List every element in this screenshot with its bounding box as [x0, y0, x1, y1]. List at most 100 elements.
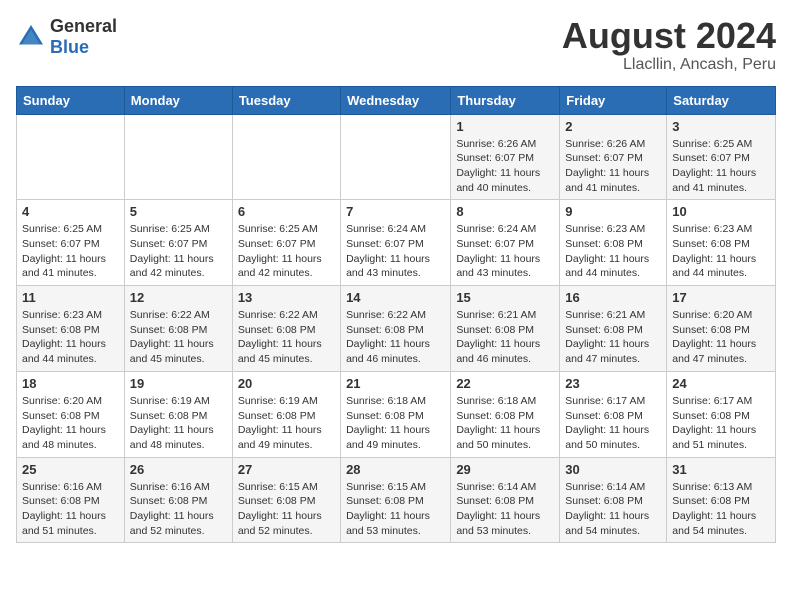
day-info: Sunrise: 6:20 AM Sunset: 6:08 PM Dayligh… [22, 394, 119, 453]
calendar-cell: 5 Sunrise: 6:25 AM Sunset: 6:07 PM Daylig… [124, 200, 232, 286]
calendar-week-row: 18 Sunrise: 6:20 AM Sunset: 6:08 PM Dayli… [17, 371, 776, 457]
day-info: Sunrise: 6:22 AM Sunset: 6:08 PM Dayligh… [346, 308, 445, 367]
logo-blue: Blue [50, 37, 89, 57]
calendar-cell: 8Sunrise: 6:24 AM Sunset: 6:07 PM Daylig… [451, 200, 560, 286]
day-number: 18 [22, 376, 119, 391]
day-number: 26 [130, 462, 227, 477]
day-number: 6 [238, 204, 335, 219]
weekday-header-friday: Friday [560, 86, 667, 114]
day-number: 7 [346, 204, 445, 219]
day-info: Sunrise: 6:23 AM Sunset: 6:08 PM Dayligh… [672, 222, 770, 281]
calendar-cell: 16 Sunrise: 6:21 AM Sunset: 6:08 PM Dayli… [560, 286, 667, 372]
day-info: Sunrise: 6:26 AM Sunset: 6:07 PM Dayligh… [565, 137, 661, 196]
day-number: 9 [565, 204, 661, 219]
day-info: Sunrise: 6:21 AM Sunset: 6:08 PM Dayligh… [565, 308, 661, 367]
calendar-cell: 28 Sunrise: 6:15 AM Sunset: 6:08 PM Dayli… [341, 457, 451, 543]
day-info: Sunrise: 6:18 AM Sunset: 6:08 PM Dayligh… [456, 394, 554, 453]
day-number: 30 [565, 462, 661, 477]
day-info: Sunrise: 6:25 AM Sunset: 6:07 PM Dayligh… [238, 222, 335, 281]
calendar-subtitle: Llacllin, Ancash, Peru [562, 56, 776, 74]
calendar-cell: 15 Sunrise: 6:21 AM Sunset: 6:08 PM Dayli… [451, 286, 560, 372]
day-info: Sunrise: 6:24 AM Sunset: 6:07 PM Dayligh… [346, 222, 445, 281]
day-number: 11 [22, 290, 119, 305]
calendar-week-row: 4Sunrise: 6:25 AM Sunset: 6:07 PM Daylig… [17, 200, 776, 286]
calendar-week-row: 11 Sunrise: 6:23 AM Sunset: 6:08 PM Dayli… [17, 286, 776, 372]
day-info: Sunrise: 6:25 AM Sunset: 6:07 PM Dayligh… [130, 222, 227, 281]
day-number: 5 [130, 204, 227, 219]
calendar-cell [17, 114, 125, 200]
calendar-cell: 4Sunrise: 6:25 AM Sunset: 6:07 PM Daylig… [17, 200, 125, 286]
logo[interactable]: General Blue [16, 16, 117, 58]
title-block: August 2024 Llacllin, Ancash, Peru [562, 16, 776, 74]
day-info: Sunrise: 6:14 AM Sunset: 6:08 PM Dayligh… [565, 480, 661, 539]
day-number: 3 [672, 119, 770, 134]
day-info: Sunrise: 6:19 AM Sunset: 6:08 PM Dayligh… [130, 394, 227, 453]
weekday-header-row: SundayMondayTuesdayWednesdayThursdayFrid… [17, 86, 776, 114]
calendar-cell: 27 Sunrise: 6:15 AM Sunset: 6:08 PM Dayli… [232, 457, 340, 543]
calendar-cell: 17 Sunrise: 6:20 AM Sunset: 6:08 PM Dayli… [667, 286, 776, 372]
page-header: General Blue August 2024 Llacllin, Ancas… [16, 16, 776, 74]
day-number: 20 [238, 376, 335, 391]
calendar-cell: 18 Sunrise: 6:20 AM Sunset: 6:08 PM Dayli… [17, 371, 125, 457]
day-number: 24 [672, 376, 770, 391]
calendar-cell: 1Sunrise: 6:26 AM Sunset: 6:07 PM Daylig… [451, 114, 560, 200]
day-info: Sunrise: 6:18 AM Sunset: 6:08 PM Dayligh… [346, 394, 445, 453]
day-info: Sunrise: 6:20 AM Sunset: 6:08 PM Dayligh… [672, 308, 770, 367]
day-info: Sunrise: 6:24 AM Sunset: 6:07 PM Dayligh… [456, 222, 554, 281]
day-info: Sunrise: 6:19 AM Sunset: 6:08 PM Dayligh… [238, 394, 335, 453]
calendar-cell: 14Sunrise: 6:22 AM Sunset: 6:08 PM Dayli… [341, 286, 451, 372]
calendar-cell: 7 Sunrise: 6:24 AM Sunset: 6:07 PM Daylig… [341, 200, 451, 286]
day-info: Sunrise: 6:15 AM Sunset: 6:08 PM Dayligh… [238, 480, 335, 539]
calendar-cell [341, 114, 451, 200]
day-info: Sunrise: 6:16 AM Sunset: 6:08 PM Dayligh… [22, 480, 119, 539]
day-number: 1 [456, 119, 554, 134]
day-info: Sunrise: 6:21 AM Sunset: 6:08 PM Dayligh… [456, 308, 554, 367]
weekday-header-monday: Monday [124, 86, 232, 114]
calendar-cell [232, 114, 340, 200]
day-info: Sunrise: 6:22 AM Sunset: 6:08 PM Dayligh… [130, 308, 227, 367]
calendar-cell: 10 Sunrise: 6:23 AM Sunset: 6:08 PM Dayli… [667, 200, 776, 286]
day-number: 10 [672, 204, 770, 219]
day-info: Sunrise: 6:16 AM Sunset: 6:08 PM Dayligh… [130, 480, 227, 539]
day-number: 22 [456, 376, 554, 391]
weekday-header-tuesday: Tuesday [232, 86, 340, 114]
calendar-table: SundayMondayTuesdayWednesdayThursdayFrid… [16, 86, 776, 544]
day-number: 12 [130, 290, 227, 305]
day-info: Sunrise: 6:15 AM Sunset: 6:08 PM Dayligh… [346, 480, 445, 539]
calendar-cell: 21 Sunrise: 6:18 AM Sunset: 6:08 PM Dayli… [341, 371, 451, 457]
day-info: Sunrise: 6:22 AM Sunset: 6:08 PM Dayligh… [238, 308, 335, 367]
calendar-cell: 2 Sunrise: 6:26 AM Sunset: 6:07 PM Daylig… [560, 114, 667, 200]
calendar-cell [124, 114, 232, 200]
day-info: Sunrise: 6:17 AM Sunset: 6:08 PM Dayligh… [565, 394, 661, 453]
calendar-week-row: 25Sunrise: 6:16 AM Sunset: 6:08 PM Dayli… [17, 457, 776, 543]
day-number: 27 [238, 462, 335, 477]
calendar-cell: 20 Sunrise: 6:19 AM Sunset: 6:08 PM Dayli… [232, 371, 340, 457]
day-info: Sunrise: 6:23 AM Sunset: 6:08 PM Dayligh… [22, 308, 119, 367]
day-number: 15 [456, 290, 554, 305]
calendar-cell: 6 Sunrise: 6:25 AM Sunset: 6:07 PM Daylig… [232, 200, 340, 286]
calendar-cell: 29 Sunrise: 6:14 AM Sunset: 6:08 PM Dayli… [451, 457, 560, 543]
calendar-cell: 26 Sunrise: 6:16 AM Sunset: 6:08 PM Dayli… [124, 457, 232, 543]
day-number: 19 [130, 376, 227, 391]
day-number: 29 [456, 462, 554, 477]
day-info: Sunrise: 6:23 AM Sunset: 6:08 PM Dayligh… [565, 222, 661, 281]
day-info: Sunrise: 6:14 AM Sunset: 6:08 PM Dayligh… [456, 480, 554, 539]
day-number: 28 [346, 462, 445, 477]
calendar-cell: 31Sunrise: 6:13 AM Sunset: 6:08 PM Dayli… [667, 457, 776, 543]
weekday-header-thursday: Thursday [451, 86, 560, 114]
day-number: 17 [672, 290, 770, 305]
calendar-cell: 23Sunrise: 6:17 AM Sunset: 6:08 PM Dayli… [560, 371, 667, 457]
day-number: 21 [346, 376, 445, 391]
calendar-cell: 3Sunrise: 6:25 AM Sunset: 6:07 PM Daylig… [667, 114, 776, 200]
calendar-title: August 2024 [562, 16, 776, 56]
calendar-cell: 11 Sunrise: 6:23 AM Sunset: 6:08 PM Dayli… [17, 286, 125, 372]
calendar-week-row: 1 Sunrise: 6:26 AM Sunset: 6:07 PM Daylig… [17, 114, 776, 200]
day-info: Sunrise: 6:17 AM Sunset: 6:08 PM Dayligh… [672, 394, 770, 453]
day-number: 2 [565, 119, 661, 134]
weekday-header-wednesday: Wednesday [341, 86, 451, 114]
weekday-header-saturday: Saturday [667, 86, 776, 114]
day-number: 16 [565, 290, 661, 305]
day-number: 31 [672, 462, 770, 477]
calendar-cell: 22 Sunrise: 6:18 AM Sunset: 6:08 PM Dayli… [451, 371, 560, 457]
calendar-cell: 30 Sunrise: 6:14 AM Sunset: 6:08 PM Dayli… [560, 457, 667, 543]
